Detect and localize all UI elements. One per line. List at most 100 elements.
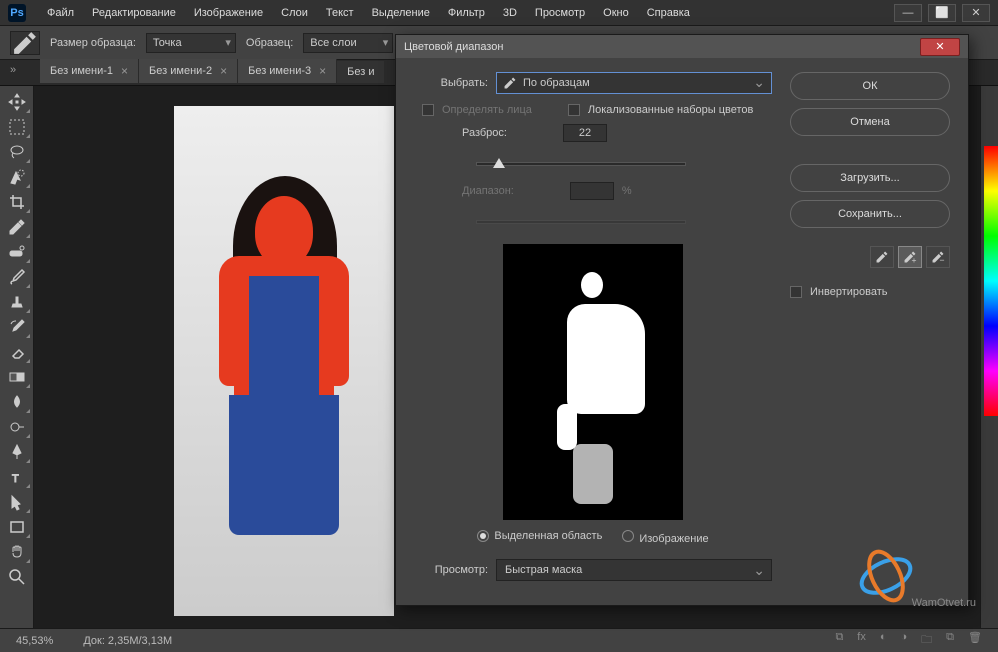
- menu-view[interactable]: Просмотр: [526, 3, 594, 23]
- eyedropper-subtract-icon[interactable]: −: [926, 246, 950, 268]
- fuzziness-label: Разброс:: [462, 127, 507, 139]
- radio-selection[interactable]: Выделенная область: [477, 530, 602, 545]
- expand-icon[interactable]: »: [10, 64, 16, 76]
- load-button[interactable]: Загрузить...: [790, 164, 950, 192]
- dodge-tool-icon[interactable]: [3, 415, 31, 439]
- dialog-close-button[interactable]: ✕: [920, 38, 960, 56]
- document-tab[interactable]: Без имени-3 ×: [238, 59, 337, 83]
- radio-icon: [622, 530, 634, 542]
- localized-label: Локализованные наборы цветов: [588, 104, 754, 116]
- sample-label: Образец:: [246, 37, 293, 49]
- color-range-dialog: Цветовой диапазон ✕ Выбрать: По образцам…: [395, 34, 969, 606]
- dialog-titlebar[interactable]: Цветовой диапазон ✕: [396, 35, 968, 58]
- radio-image-label: Изображение: [639, 533, 708, 545]
- tab-label: Без и: [347, 66, 374, 78]
- select-dropdown[interactable]: По образцам: [496, 72, 772, 94]
- menu-layers[interactable]: Слои: [272, 3, 317, 23]
- menu-edit[interactable]: Редактирование: [83, 3, 185, 23]
- color-spectrum-icon[interactable]: [984, 146, 998, 416]
- document-tab[interactable]: Без имени-2×: [139, 59, 238, 83]
- adjustment-icon[interactable]: ◑: [901, 631, 908, 650]
- ok-button[interactable]: ОК: [790, 72, 950, 100]
- blur-tool-icon[interactable]: [3, 390, 31, 414]
- select-label: Выбрать:: [414, 77, 488, 89]
- svg-text:T: T: [12, 473, 19, 485]
- minimize-button[interactable]: —: [894, 4, 922, 22]
- folder-icon[interactable]: 🗀: [921, 631, 932, 650]
- status-bar: 45,53% Док: 2,35M/3,13M ⧉ fx ◐ ◑ 🗀 ⧉ 🗑: [0, 628, 998, 652]
- watermark-text: WamOtvet.ru: [912, 597, 976, 609]
- select-value: По образцам: [523, 77, 590, 89]
- healing-brush-tool-icon[interactable]: [3, 240, 31, 264]
- eyedropper-tool-icon[interactable]: [10, 31, 40, 55]
- watermark-logo-icon: [856, 546, 916, 606]
- tab-close-icon[interactable]: ×: [220, 64, 227, 78]
- document-tab[interactable]: Без и: [337, 61, 385, 83]
- fuzziness-input[interactable]: 22: [563, 124, 607, 142]
- trash-icon[interactable]: 🗑: [968, 631, 982, 650]
- cancel-button[interactable]: Отмена: [790, 108, 950, 136]
- menu-image[interactable]: Изображение: [185, 3, 272, 23]
- gradient-tool-icon[interactable]: [3, 365, 31, 389]
- sample-select[interactable]: Все слои: [303, 33, 393, 53]
- svg-text:+: +: [912, 255, 917, 264]
- marquee-tool-icon[interactable]: [3, 115, 31, 139]
- menu-filter[interactable]: Фильтр: [439, 3, 494, 23]
- zoom-level[interactable]: 45,53%: [16, 635, 53, 647]
- close-button[interactable]: ✕: [962, 4, 990, 22]
- menu-type[interactable]: Текст: [317, 3, 363, 23]
- zoom-tool-icon[interactable]: [3, 565, 31, 589]
- tab-close-icon[interactable]: ×: [121, 64, 128, 78]
- eyedropper-icon: [503, 76, 517, 90]
- document-canvas[interactable]: [174, 106, 394, 616]
- rectangle-tool-icon[interactable]: [3, 515, 31, 539]
- eyedropper-tool-icon[interactable]: [3, 215, 31, 239]
- brush-tool-icon[interactable]: [3, 265, 31, 289]
- lasso-tool-icon[interactable]: [3, 140, 31, 164]
- new-layer-icon[interactable]: ⧉: [946, 631, 954, 650]
- mask-icon[interactable]: ◐: [880, 631, 887, 650]
- tools-panel: T: [0, 86, 34, 628]
- radio-selection-label: Выделенная область: [494, 530, 602, 542]
- document-size-info[interactable]: Док: 2,35M/3,13M: [83, 635, 172, 647]
- quick-select-tool-icon[interactable]: [3, 165, 31, 189]
- crop-tool-icon[interactable]: [3, 190, 31, 214]
- eyedropper-sample-icon[interactable]: [870, 246, 894, 268]
- menu-select[interactable]: Выделение: [363, 3, 439, 23]
- tab-close-icon[interactable]: ×: [319, 64, 326, 78]
- watermark: WamOtvet.ru: [912, 593, 976, 610]
- menu-window[interactable]: Окно: [594, 3, 638, 23]
- localized-checkbox[interactable]: [568, 104, 580, 116]
- eraser-tool-icon[interactable]: [3, 340, 31, 364]
- pen-tool-icon[interactable]: [3, 440, 31, 464]
- save-button[interactable]: Сохранить...: [790, 200, 950, 228]
- hand-tool-icon[interactable]: [3, 540, 31, 564]
- tab-label: Без имени-1: [50, 65, 113, 77]
- app-logo-icon: Ps: [8, 4, 26, 22]
- right-panel-dock[interactable]: [980, 86, 998, 628]
- svg-text:−: −: [940, 255, 945, 264]
- radio-icon: [477, 530, 489, 542]
- menu-3d[interactable]: 3D: [494, 3, 526, 23]
- history-brush-tool-icon[interactable]: [3, 315, 31, 339]
- clone-stamp-tool-icon[interactable]: [3, 290, 31, 314]
- tab-label: Без имени-3: [248, 65, 311, 77]
- invert-checkbox[interactable]: [790, 286, 802, 298]
- link-icon[interactable]: ⧉: [835, 631, 843, 650]
- selection-preview[interactable]: [503, 244, 683, 520]
- fuzziness-slider[interactable]: [476, 162, 686, 166]
- preview-select[interactable]: Быстрая маска: [496, 559, 772, 581]
- sample-size-select[interactable]: Точка: [146, 33, 236, 53]
- menu-help[interactable]: Справка: [638, 3, 699, 23]
- move-tool-icon[interactable]: [3, 90, 31, 114]
- document-tab[interactable]: Без имени-1 ×: [40, 59, 139, 83]
- type-tool-icon[interactable]: T: [3, 465, 31, 489]
- layer-panel-footer: ⧉ fx ◐ ◑ 🗀 ⧉ 🗑: [835, 631, 982, 650]
- menu-file[interactable]: Файл: [38, 3, 83, 23]
- maximize-button[interactable]: ⬜: [928, 4, 956, 22]
- slider-thumb-icon[interactable]: [493, 158, 505, 168]
- path-select-tool-icon[interactable]: [3, 490, 31, 514]
- radio-image[interactable]: Изображение: [622, 530, 708, 545]
- fx-icon[interactable]: fx: [857, 631, 866, 650]
- eyedropper-add-icon[interactable]: +: [898, 246, 922, 268]
